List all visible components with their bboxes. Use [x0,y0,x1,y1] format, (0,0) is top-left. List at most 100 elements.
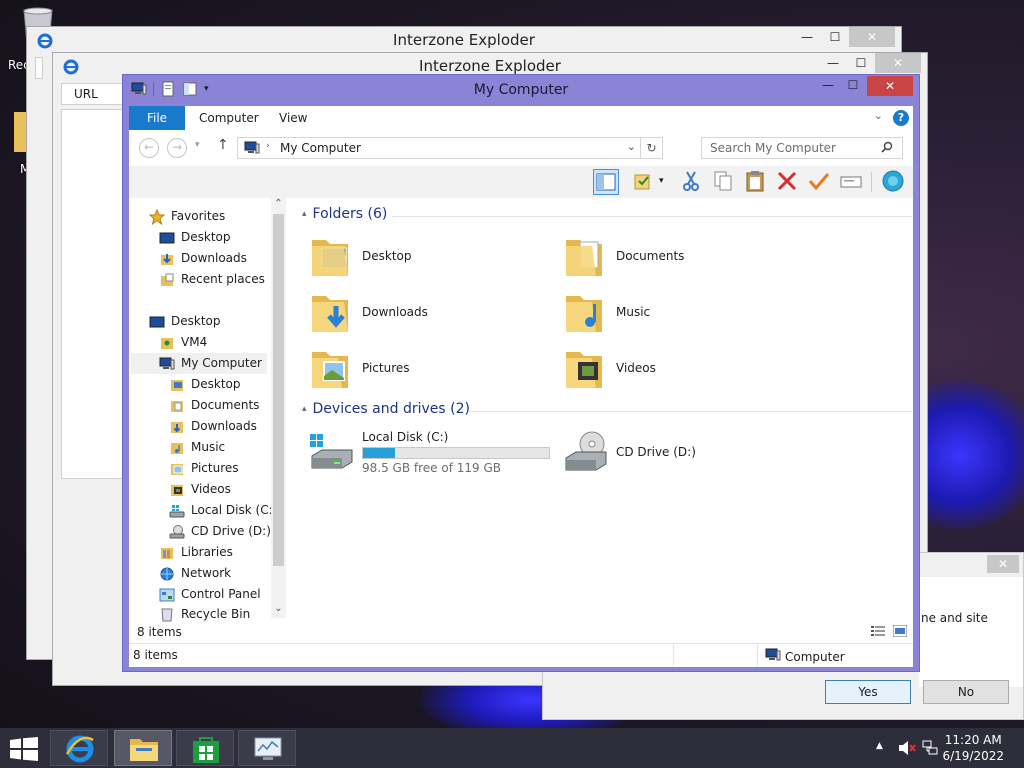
taskbar-ie[interactable] [50,730,108,766]
breadcrumb-arrow-icon[interactable]: › [266,141,270,151]
disk-usage-bar [362,446,550,459]
address-dropdown-icon[interactable]: ⌄ [627,140,636,153]
maximize-button[interactable]: ☐ [821,27,849,47]
show-hidden-icons-icon[interactable]: ▲ [876,741,883,751]
tab-file[interactable]: File [129,106,185,130]
nav-recycle-bin[interactable]: Recycle Bin [159,605,250,623]
nav-mc-music[interactable]: Music [169,437,225,458]
folder-desktop[interactable]: Desktop [308,228,548,284]
nav-my-computer[interactable]: My Computer [131,353,267,374]
nav-desktop[interactable]: Desktop [149,311,221,332]
nav-vm4[interactable]: VM4 [159,332,207,353]
command-toolbar: ▾ [129,166,913,198]
windows-start-icon[interactable] [10,737,38,764]
nav-mc-local-disk[interactable]: Local Disk (C:) [169,500,277,521]
computer-icon[interactable] [131,81,147,97]
minimize-button[interactable]: — [793,27,821,47]
desktop-icon [149,314,165,330]
breadcrumb[interactable]: My Computer [280,138,361,158]
cut-icon[interactable] [679,169,705,195]
maximize-button[interactable]: ☐ [841,76,865,96]
rename-icon[interactable] [839,169,865,195]
properties-icon[interactable] [160,81,176,97]
tab-computer[interactable]: Computer [199,106,259,130]
cd-drive-icon [562,428,610,476]
window-title: My Computer [473,82,569,98]
collapse-icon[interactable]: ▴ [302,209,307,219]
details-view-icon[interactable] [871,625,885,640]
minimize-button[interactable]: — [815,76,841,96]
drive-cd[interactable]: CD Drive (D:) [562,424,696,480]
nav-scrollbar[interactable]: ⌃ ⌄ [271,198,286,618]
nav-mc-desktop[interactable]: Desktop [169,374,241,395]
nav-mc-pictures[interactable]: Pictures [169,458,239,479]
properties-icon[interactable] [631,169,657,195]
taskbar-monitor[interactable] [238,730,296,766]
nav-mc-cd-drive[interactable]: CD Drive (D:) [169,521,271,542]
refresh-icon[interactable]: ↻ [640,138,662,158]
paste-icon[interactable] [743,169,769,195]
nav-mc-downloads[interactable]: Downloads [169,416,257,437]
clock[interactable]: 11:20 AM 6/19/2022 [942,732,1004,764]
minimize-button[interactable]: — [819,53,847,73]
shell-icon[interactable] [881,169,907,195]
preview-pane-button[interactable] [593,169,619,195]
checkmark-icon[interactable] [807,169,833,195]
folders-group-header[interactable]: ▴ Folders (6) [302,206,387,222]
nav-mc-documents[interactable]: Documents [169,395,259,416]
search-icon[interactable] [881,141,893,156]
devices-group-header[interactable]: ▴ Devices and drives (2) [302,401,470,417]
speaker-muted-icon[interactable] [898,740,916,759]
scrollbar-thumb[interactable] [273,214,284,566]
collapse-icon[interactable]: ▴ [302,404,307,414]
quick-access-toolbar: ▾ [131,81,209,97]
chevron-down-icon[interactable]: ⌄ [874,109,883,122]
yes-button[interactable]: Yes [825,680,911,704]
taskbar-explorer[interactable] [114,730,172,766]
delete-icon[interactable] [775,169,801,195]
nav-favorites[interactable]: Favorites [148,206,225,227]
up-arrow-icon[interactable]: ↑ [217,137,229,153]
local-disk-info: Local Disk (C:) 98.5 GB free of 119 GB [362,430,550,475]
maximize-button[interactable]: ☐ [847,53,875,73]
taskbar-store[interactable] [176,730,234,766]
large-icons-view-icon[interactable] [892,624,908,640]
back-button[interactable]: ← [139,138,159,158]
folder-pictures[interactable]: Pictures [308,340,548,396]
copy-icon[interactable] [711,169,737,195]
close-button[interactable]: ✕ [849,27,895,47]
tab-view[interactable]: View [279,106,307,130]
help-icon[interactable]: ? [893,110,909,126]
scroll-down-icon[interactable]: ⌄ [271,603,286,614]
recent-places-icon [159,272,175,288]
recycle-bin-icon [159,606,175,622]
nav-control-panel[interactable]: Control Panel [159,584,261,605]
forward-button[interactable]: → [167,138,187,158]
folder-videos[interactable]: Videos [562,340,802,396]
dropdown-icon[interactable]: ▾ [659,176,664,186]
content-area: Favorites Desktop Downloads Recent place… [129,198,913,643]
explorer-window[interactable]: My Computer ▾ — ☐ ✕ File Computer View ⌄… [122,74,920,672]
recent-dropdown-icon[interactable]: ▾ [195,140,200,150]
nav-fav-desktop[interactable]: Desktop [159,227,231,248]
network-icon[interactable] [922,740,938,759]
url-box[interactable] [35,57,43,79]
nav-fav-recent[interactable]: Recent places [159,269,265,290]
nav-fav-downloads[interactable]: Downloads [159,248,247,269]
address-bar[interactable]: › My Computer ⌄ ↻ [237,137,663,159]
close-button[interactable]: ✕ [867,76,913,96]
new-folder-icon[interactable] [182,81,198,97]
nav-libraries[interactable]: Libraries [159,542,233,563]
nav-mc-videos[interactable]: Videos [169,479,231,500]
search-input[interactable]: Search My Computer [701,137,903,159]
drive-local-disk[interactable]: Local Disk (C:) 98.5 GB free of 119 GB [308,424,550,480]
folder-documents[interactable]: Documents [562,228,802,284]
folder-downloads[interactable]: Downloads [308,284,548,340]
customize-dropdown-icon[interactable]: ▾ [204,84,209,94]
nav-network[interactable]: Network [159,563,231,584]
folder-music[interactable]: Music [562,284,802,340]
close-button[interactable]: ✕ [987,555,1019,573]
scroll-up-icon[interactable]: ⌃ [271,198,286,209]
no-button[interactable]: No [923,680,1009,704]
close-button[interactable]: ✕ [875,53,921,73]
